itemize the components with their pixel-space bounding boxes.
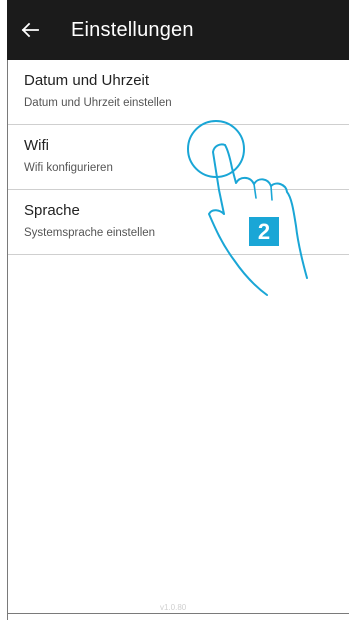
- step-number-badge: 2: [249, 217, 279, 246]
- settings-item-title: Datum und Uhrzeit: [24, 72, 150, 89]
- settings-item-title: Sprache: [24, 202, 80, 219]
- settings-item-subtitle: Systemsprache einstellen: [24, 227, 156, 239]
- version-label: v1.0.80: [160, 603, 187, 612]
- settings-item-language[interactable]: Sprache Systemsprache einstellen: [8, 190, 349, 255]
- settings-item-subtitle: Datum und Uhrzeit einstellen: [24, 97, 172, 109]
- settings-list: Datum und Uhrzeit Datum und Uhrzeit eins…: [8, 60, 349, 255]
- screen: Einstellungen Datum und Uhrzeit Datum un…: [0, 0, 349, 620]
- settings-item-subtitle: Wifi konfigurieren: [24, 162, 113, 174]
- settings-item-title: Wifi: [24, 137, 49, 154]
- arrow-left-icon[interactable]: [21, 22, 39, 38]
- frame-border-bottom: [7, 613, 349, 614]
- settings-item-date-time[interactable]: Datum und Uhrzeit Datum und Uhrzeit eins…: [8, 60, 349, 125]
- app-bar: Einstellungen: [7, 0, 349, 60]
- settings-item-wifi[interactable]: Wifi Wifi konfigurieren: [8, 125, 349, 190]
- page-title: Einstellungen: [71, 18, 194, 41]
- back-button[interactable]: [21, 18, 61, 42]
